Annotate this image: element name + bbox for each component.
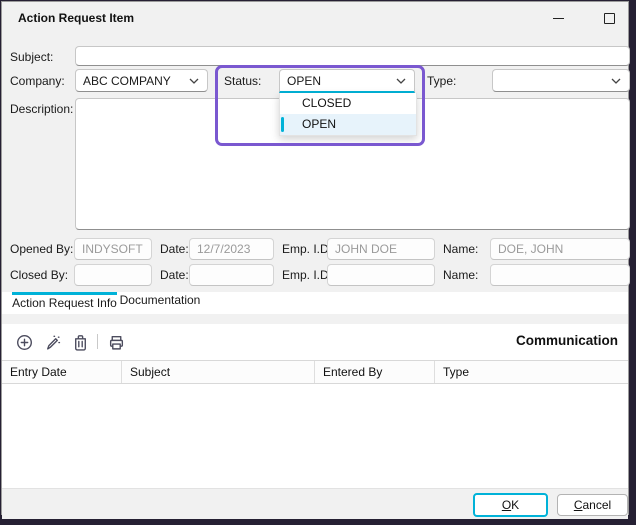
closed-date-label: Date: xyxy=(160,268,189,282)
titlebar[interactable]: Action Request Item xyxy=(2,2,628,34)
delete-icon xyxy=(72,334,89,351)
opened-emp-id-value: JOHN DOE xyxy=(335,242,397,256)
closed-name-label: Name: xyxy=(443,268,478,282)
desktop-background: Action Request Item Subject: Company: AB… xyxy=(0,0,636,525)
status-label: Status: xyxy=(224,74,261,88)
column-header-subject[interactable]: Subject xyxy=(122,361,315,383)
communication-section-title: Communication xyxy=(516,333,618,348)
ok-button-accesskey: O xyxy=(502,498,511,512)
type-select[interactable] xyxy=(492,69,630,92)
status-select[interactable]: OPEN xyxy=(279,69,415,93)
maximize-button[interactable] xyxy=(594,6,624,30)
action-request-item-dialog: Action Request Item Subject: Company: AB… xyxy=(1,1,629,515)
closed-date-field[interactable] xyxy=(189,264,274,286)
edit-button[interactable] xyxy=(42,332,62,352)
ok-button[interactable]: OK xyxy=(473,493,548,517)
tab-bar: Action Request Info Documentation xyxy=(2,292,628,314)
opened-date-label: Date: xyxy=(160,242,189,256)
status-option-open[interactable]: OPEN xyxy=(280,114,416,135)
delete-button[interactable] xyxy=(70,332,90,352)
closed-by-field[interactable] xyxy=(74,264,152,286)
cancel-button-label: ancel xyxy=(582,498,611,512)
communication-table-body[interactable] xyxy=(2,384,628,488)
opened-date-field: 12/7/2023 xyxy=(189,238,274,260)
dialog-footer: OK Cancel xyxy=(2,488,628,519)
opened-emp-id-field: JOHN DOE xyxy=(327,238,435,260)
opened-date-value: 12/7/2023 xyxy=(197,242,250,256)
minimize-icon xyxy=(553,18,564,19)
minimize-button[interactable] xyxy=(543,6,573,30)
window-title: Action Request Item xyxy=(18,11,134,25)
opened-by-value: INDYSOFT xyxy=(82,242,143,256)
chevron-down-icon xyxy=(611,78,621,84)
closed-emp-id-field[interactable] xyxy=(327,264,435,286)
edit-wand-icon xyxy=(44,334,61,351)
toolbar-separator xyxy=(97,334,98,349)
status-value: OPEN xyxy=(287,74,321,88)
add-icon xyxy=(16,334,33,351)
print-button[interactable] xyxy=(106,332,126,352)
add-button[interactable] xyxy=(14,332,34,352)
ok-button-label: K xyxy=(511,498,519,512)
chevron-down-icon xyxy=(189,78,199,84)
status-option-closed[interactable]: CLOSED xyxy=(280,93,416,114)
company-value: ABC COMPANY xyxy=(83,74,171,88)
maximize-icon xyxy=(604,13,615,24)
tab-documentation[interactable]: Documentation xyxy=(119,292,201,314)
closed-name-field[interactable] xyxy=(490,264,630,286)
description-label: Description: xyxy=(10,102,73,116)
opened-by-field: INDYSOFT xyxy=(74,238,152,260)
column-header-entered-by[interactable]: Entered By xyxy=(315,361,435,383)
subject-input[interactable] xyxy=(75,46,630,66)
opened-name-value: DOE, JOHN xyxy=(498,242,563,256)
status-dropdown-list: CLOSED OPEN xyxy=(279,93,417,136)
print-icon xyxy=(108,334,125,351)
company-select[interactable]: ABC COMPANY xyxy=(75,69,208,92)
subject-label: Subject: xyxy=(10,50,53,64)
opened-name-label: Name: xyxy=(443,242,478,256)
communication-table-header: Entry Date Subject Entered By Type xyxy=(2,360,628,384)
opened-by-label: Opened By: xyxy=(10,242,73,256)
type-label: Type: xyxy=(427,74,456,88)
company-label: Company: xyxy=(10,74,65,88)
opened-name-field: DOE, JOHN xyxy=(490,238,630,260)
splitter-bar[interactable] xyxy=(2,314,628,324)
closed-by-label: Closed By: xyxy=(10,268,68,282)
column-header-entry-date[interactable]: Entry Date xyxy=(2,361,122,383)
column-header-type[interactable]: Type xyxy=(435,361,630,383)
cancel-button[interactable]: Cancel xyxy=(557,494,628,516)
chevron-down-icon xyxy=(396,78,406,84)
communication-toolbar: Communication xyxy=(2,324,628,360)
